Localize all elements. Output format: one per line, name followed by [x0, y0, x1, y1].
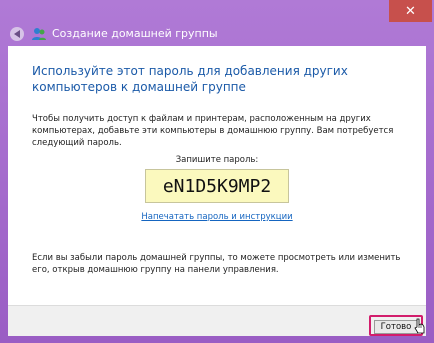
- print-password-link[interactable]: Напечатать пароль и инструкции: [8, 212, 426, 222]
- description-text: Чтобы получить доступ к файлам и принтер…: [32, 114, 394, 148]
- homegroup-icon: [32, 28, 46, 40]
- button-bar: Готово: [8, 305, 426, 336]
- page-heading: Используйте этот пароль для добавления д…: [32, 64, 348, 94]
- dialog-content: Используйте этот пароль для добавления д…: [8, 46, 426, 305]
- window-frame: ✕ Создание домашней группы Используйте э…: [0, 0, 434, 343]
- close-button[interactable]: ✕: [389, 0, 432, 22]
- forgot-password-text: Если вы забыли пароль домашней группы, т…: [32, 253, 401, 275]
- password-label: Запишите пароль:: [175, 155, 259, 165]
- title-bar: Создание домашней группы: [0, 22, 434, 46]
- window-title: Создание домашней группы: [52, 27, 218, 40]
- password-display: eN1D5K9MP2: [145, 169, 289, 203]
- close-icon: ✕: [405, 3, 416, 19]
- back-arrow-icon: [13, 30, 20, 38]
- back-button[interactable]: [10, 27, 24, 41]
- mouse-pointer-icon: [414, 318, 425, 334]
